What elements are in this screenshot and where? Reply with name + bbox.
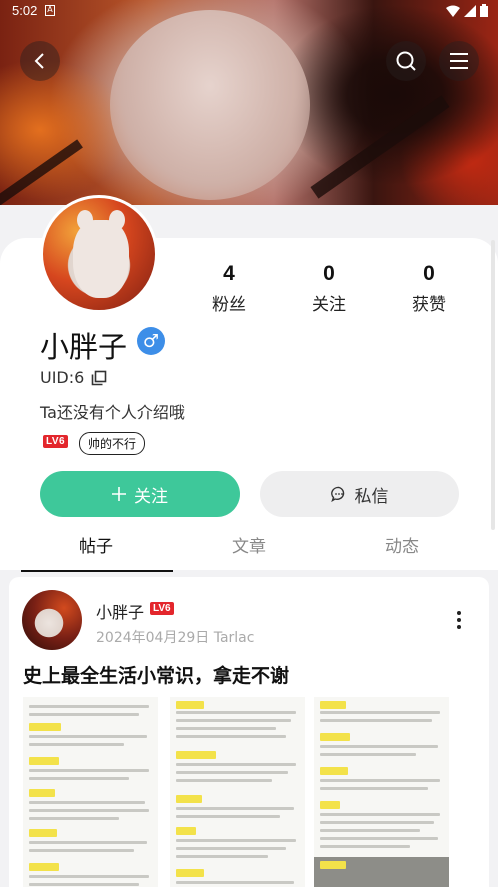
scrollbar[interactable] [491, 240, 495, 530]
user-id: UID:6 [40, 368, 85, 387]
status-bar: 5:02 A [0, 0, 498, 22]
status-indicators [446, 4, 488, 17]
tab-activity[interactable]: 动态 [385, 532, 419, 557]
stat-fans[interactable]: 4 粉丝 [189, 262, 269, 315]
notification-icon: A [45, 5, 55, 16]
search-icon [396, 51, 416, 71]
stat-label: 粉丝 [212, 295, 246, 315]
post-meta: 2024年04月29日 Tarlac [96, 630, 255, 646]
post-title[interactable]: 史上最全生活小常识，拿走不谢 [23, 661, 289, 688]
back-button[interactable] [20, 41, 60, 81]
title-tag: 帅的不行 [79, 432, 146, 455]
follow-label: 关注 [134, 486, 168, 507]
tab-indicator [21, 570, 173, 572]
post-image[interactable] [170, 697, 305, 887]
post-image[interactable] [23, 697, 158, 887]
tab-posts[interactable]: 帖子 [79, 532, 113, 557]
cover-decoration [0, 139, 83, 205]
wifi-icon [446, 5, 460, 17]
plus-icon [112, 487, 126, 501]
menu-icon [450, 53, 468, 69]
search-button[interactable] [386, 41, 426, 81]
post-card[interactable]: 小胖子 LV6 2024年04月29日 Tarlac 史上最全生活小常识，拿走不… [9, 577, 489, 887]
stat-label: 获赞 [412, 295, 446, 315]
copy-icon[interactable] [91, 370, 107, 386]
avatar-figure [73, 220, 129, 298]
more-icon[interactable] [457, 611, 461, 629]
post-level-badge: LV6 [150, 602, 174, 615]
chevron-left-icon [34, 53, 44, 69]
avatar[interactable] [40, 195, 158, 313]
level-badge: LV6 [43, 435, 69, 448]
message-label: 私信 [354, 486, 389, 507]
post-author-name[interactable]: 小胖子 [96, 599, 144, 623]
chat-icon [330, 486, 344, 502]
stat-following[interactable]: 0 关注 [289, 262, 369, 315]
status-time: 5:02 [12, 3, 38, 18]
post-image[interactable] [314, 697, 449, 887]
stat-likes[interactable]: 0 获赞 [389, 262, 469, 315]
tab-articles[interactable]: 文章 [232, 532, 266, 557]
male-gender-icon: ♂ [137, 327, 165, 355]
stat-value: 4 [223, 262, 235, 285]
profile-name: 小胖子 [40, 330, 128, 364]
cover-illustration [110, 10, 310, 200]
menu-button[interactable] [439, 41, 479, 81]
post-author-avatar[interactable] [22, 590, 82, 650]
stat-label: 关注 [312, 295, 346, 315]
follow-button[interactable]: 关注 [40, 471, 240, 517]
signal-icon [464, 4, 476, 17]
stat-value: 0 [323, 262, 335, 285]
cover-decoration [310, 95, 450, 199]
profile-bio: Ta还没有个人介绍哦 [40, 403, 185, 422]
stat-value: 0 [423, 262, 435, 285]
profile-cover-image [0, 0, 498, 205]
battery-icon [480, 4, 488, 17]
message-button[interactable]: 私信 [260, 471, 459, 517]
